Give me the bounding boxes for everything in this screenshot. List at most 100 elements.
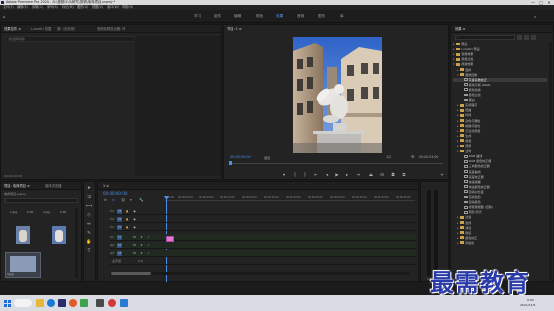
export-frame-icon[interactable]: ◘ bbox=[390, 172, 396, 177]
v2-lock-icon[interactable]: 🔒 bbox=[125, 217, 130, 222]
v3-visibility-icon[interactable]: ◉ bbox=[132, 209, 137, 214]
effects-folder[interactable]: ▸ 视频 bbox=[453, 139, 547, 144]
effect-item[interactable]: 自动对比度 bbox=[453, 190, 547, 195]
clock-date[interactable]: 2021/11/5 bbox=[520, 303, 535, 307]
program-timecode[interactable]: 00:00:00:00 bbox=[230, 155, 251, 159]
timeline-scroll-thumb[interactable] bbox=[111, 272, 151, 275]
workspace-tab-effects[interactable]: 效果 bbox=[276, 13, 283, 19]
effect-item[interactable]: 颜色平衡 (RGB) bbox=[453, 83, 547, 88]
pen-tool-icon[interactable]: ✎ bbox=[86, 230, 92, 237]
effect-item[interactable]: 灰度系数校正 bbox=[453, 77, 547, 83]
go-to-out-icon[interactable]: ⇥ bbox=[355, 172, 361, 177]
tab-media-browser[interactable]: 媒体浏览器 bbox=[45, 183, 61, 189]
effects-folder[interactable]: ▸ 过渡 bbox=[453, 215, 547, 220]
effect-item[interactable]: RGB 颜色校正器 bbox=[453, 159, 547, 164]
effects-folder[interactable]: ▸ 生成 bbox=[453, 134, 547, 139]
effect-item[interactable]: 自动色阶 bbox=[453, 195, 547, 200]
lift-icon[interactable]: ⏏ bbox=[368, 172, 374, 177]
windows-start-icon[interactable] bbox=[4, 300, 11, 307]
linked-selection-icon[interactable]: ⛓ bbox=[121, 198, 126, 202]
track-select-tool-icon[interactable]: ⇉ bbox=[86, 194, 92, 201]
tab-sequence[interactable]: 1 ≡ bbox=[103, 183, 109, 189]
effects-folder[interactable]: ▸ 预设 bbox=[453, 42, 547, 47]
type-tool-icon[interactable]: T bbox=[86, 248, 92, 255]
effects-folder[interactable]: ▸ 变换 bbox=[453, 68, 547, 73]
effect-item[interactable]: 快速模糊 bbox=[453, 180, 547, 185]
effects-folder[interactable]: ▸ 时间 bbox=[453, 113, 547, 118]
a1-solo-button[interactable]: S bbox=[139, 235, 144, 240]
project-item-2-thumbnail[interactable] bbox=[52, 226, 66, 244]
clock-time[interactable]: 9:00 bbox=[527, 298, 534, 302]
a2-target-toggle[interactable]: A2 bbox=[117, 243, 122, 248]
taskbar-search-input[interactable] bbox=[14, 299, 32, 307]
track-label-v1[interactable]: V1 bbox=[110, 224, 114, 231]
v2-target-toggle[interactable]: V2 bbox=[117, 217, 122, 222]
tab-lumetri-scopes[interactable]: Lumetri 范围 bbox=[31, 26, 51, 32]
timeline-timecode[interactable]: 00:00:00:00 bbox=[103, 191, 127, 196]
a2-solo-button[interactable]: S bbox=[139, 243, 144, 248]
wrench-icon[interactable]: ⚙ bbox=[411, 154, 415, 159]
effects-folder[interactable]: ▸ 调整 bbox=[453, 144, 547, 149]
a1-mic-icon[interactable]: ♪ bbox=[146, 235, 151, 240]
selection-tool-icon[interactable]: ➤ bbox=[86, 185, 92, 192]
effect-item[interactable]: 视频限幅器 (旧版) bbox=[453, 205, 547, 210]
effects-folder[interactable]: ▸ 风格化 bbox=[453, 241, 547, 246]
track-label-a1[interactable]: A1 bbox=[110, 234, 114, 241]
add-button-icon[interactable]: + bbox=[439, 172, 445, 177]
v1-lock-icon[interactable]: 🔒 bbox=[125, 225, 130, 230]
workspace-tab-audio[interactable]: 音频 bbox=[297, 13, 304, 19]
effect-item[interactable]: 亮度校正器 bbox=[453, 175, 547, 180]
add-marker-icon[interactable]: ▾ bbox=[281, 172, 287, 177]
a1-target-toggle[interactable]: A1 bbox=[117, 235, 122, 240]
mark-out-icon[interactable]: } bbox=[302, 172, 308, 177]
nest-toggle-icon[interactable]: ⊕ bbox=[104, 198, 107, 202]
accelerated-effects-icon[interactable] bbox=[517, 35, 522, 40]
workspace-tab-color[interactable]: 颜色 bbox=[256, 13, 263, 19]
snap-icon[interactable]: ∩ bbox=[112, 198, 115, 202]
workspace-tab-libraries[interactable]: 库 bbox=[340, 13, 344, 19]
effects-folder[interactable]: ▸ 键控 bbox=[453, 231, 547, 236]
effects-folder[interactable]: ▾ 图像控制 bbox=[453, 73, 547, 78]
ripple-edit-tool-icon[interactable]: ⟷ bbox=[86, 203, 92, 210]
step-forward-icon[interactable]: ▸ bbox=[344, 172, 350, 177]
a2-mic-icon[interactable]: ♪ bbox=[146, 243, 151, 248]
v3-lock-icon[interactable]: 🔒 bbox=[125, 209, 130, 214]
effect-item[interactable]: 亮度曲线 bbox=[453, 170, 547, 175]
effects-folder[interactable]: ▸ Lumetri 预设 bbox=[453, 47, 547, 52]
a1-mute-button[interactable]: M bbox=[132, 235, 137, 240]
media-player-icon[interactable] bbox=[69, 299, 77, 307]
resolution-dropdown[interactable]: 1/2 bbox=[386, 155, 391, 159]
a2-mute-button[interactable]: M bbox=[132, 243, 137, 248]
v2-visibility-icon[interactable]: ◉ bbox=[132, 217, 137, 222]
v1-visibility-icon[interactable]: ◉ bbox=[132, 225, 137, 230]
slip-tool-icon[interactable]: ↔ bbox=[86, 221, 92, 228]
playhead-bar[interactable] bbox=[229, 163, 443, 164]
app-icon[interactable] bbox=[120, 299, 128, 307]
32bit-effects-icon[interactable] bbox=[524, 35, 529, 40]
master-volume[interactable]: 0.0 bbox=[138, 258, 143, 265]
track-label-v2[interactable]: V2 bbox=[110, 216, 114, 223]
workspace-tab-graphics[interactable]: 图形 bbox=[318, 13, 325, 19]
tab-source[interactable]: 源: (无剪辑) bbox=[57, 26, 75, 32]
effects-folder[interactable]: ▸ 通道 bbox=[453, 226, 547, 231]
timeline-clip[interactable] bbox=[166, 236, 174, 242]
compare-view-icon[interactable]: ⧉ bbox=[401, 172, 407, 177]
effects-folder[interactable]: ▸ 透视 bbox=[453, 221, 547, 226]
effect-item[interactable]: 快速颜色校正器 bbox=[453, 185, 547, 190]
playhead-marker[interactable] bbox=[229, 161, 232, 165]
effects-folder[interactable]: ▾ 视频效果 bbox=[453, 62, 547, 67]
app-icon[interactable] bbox=[80, 299, 88, 307]
tab-program[interactable]: 节目: 1 ≡ bbox=[227, 26, 242, 32]
a3-solo-button[interactable]: S bbox=[139, 251, 144, 256]
tab-effect-controls[interactable]: 效果控件 ≡ bbox=[4, 26, 21, 32]
workspace-tab-learn[interactable]: 学习 bbox=[194, 13, 201, 19]
a3-mute-button[interactable]: M bbox=[132, 251, 137, 256]
hand-tool-icon[interactable]: ✋ bbox=[86, 239, 92, 246]
time-ruler[interactable] bbox=[165, 200, 415, 201]
workspace-tab-editing[interactable]: 编辑 bbox=[234, 13, 241, 19]
effect-item[interactable]: 颜色替换 bbox=[453, 88, 547, 93]
track-label-a3[interactable]: A3 bbox=[110, 250, 114, 257]
v1-target-toggle[interactable]: V1 bbox=[117, 225, 122, 230]
go-to-in-icon[interactable]: ⇤ bbox=[313, 172, 319, 177]
step-back-icon[interactable]: ◂ bbox=[324, 172, 330, 177]
